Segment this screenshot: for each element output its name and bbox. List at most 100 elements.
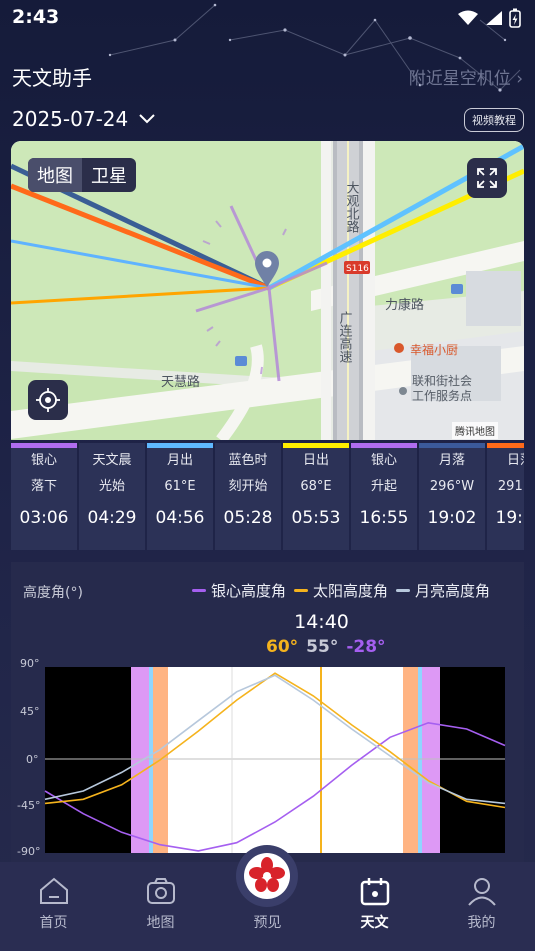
- event-card[interactable]: 银心升起 16:55: [351, 443, 417, 550]
- map-label-guanglian: 广连高速: [337, 311, 353, 363]
- event-detail: 296°W: [429, 479, 475, 494]
- event-detail: 升起: [370, 479, 397, 494]
- event-detail: 光始: [98, 479, 125, 494]
- nav-map[interactable]: 地图: [107, 862, 214, 951]
- map-label-daguan-1: 大观北路: [344, 181, 360, 233]
- chart-legend: 银心高度角 太阳高度角 月亮高度角: [192, 580, 490, 601]
- blue-hour-band-right: [418, 667, 422, 853]
- event-time: 04:56: [155, 508, 205, 528]
- fullscreen-button[interactable]: [467, 158, 507, 198]
- event-detail: 291°W: [497, 479, 524, 494]
- legend-item-sun: 太阳高度角: [294, 580, 388, 601]
- locate-button[interactable]: [28, 380, 68, 420]
- home-icon: [39, 877, 68, 904]
- moon-altitude-value: 55°: [306, 637, 339, 657]
- nav-astronomy[interactable]: 天文: [321, 862, 428, 951]
- ytick-neg90: -90°: [17, 845, 40, 858]
- nav-home[interactable]: 首页: [0, 862, 107, 951]
- flower-logo-icon: [244, 853, 290, 899]
- chart-current-time: 14:40: [294, 611, 349, 633]
- sun-altitude-value: 60°: [266, 637, 299, 657]
- selected-date: 2025-07-24: [12, 107, 129, 131]
- night-band-right: [440, 667, 505, 853]
- app-title: 天文助手: [12, 66, 92, 90]
- event-time: 03:06: [19, 508, 69, 528]
- date-selector[interactable]: 2025-07-24: [12, 107, 156, 131]
- legend-item-galaxy: 银心高度角: [192, 580, 286, 601]
- nav-label-profile: 我的: [467, 915, 496, 931]
- nav-label-astronomy: 天文: [360, 915, 389, 931]
- event-title: 日落: [506, 453, 524, 468]
- event-detail: 落下: [30, 479, 57, 494]
- blue-hour-band-left: [149, 667, 153, 853]
- astro-twilight-band-left: [131, 667, 149, 853]
- map-type-toggle[interactable]: 地图 卫星: [28, 158, 136, 192]
- event-detail: 68°E: [300, 479, 332, 494]
- event-card[interactable]: 月出 61°E 04:56: [147, 443, 213, 550]
- legend-item-moon: 月亮高度角: [396, 580, 490, 601]
- map-poi-restaurant: 幸福小厨: [410, 342, 458, 357]
- daylight-band: [168, 667, 403, 853]
- event-card[interactable]: 蓝色时刻开始 05:28: [215, 443, 281, 550]
- event-title: 月出: [166, 453, 193, 468]
- legend-label-sun: 太阳高度角: [313, 582, 389, 600]
- nav-label-home: 首页: [39, 915, 68, 931]
- tab-satellite[interactable]: 卫星: [82, 158, 136, 192]
- event-time: 19:02: [427, 508, 477, 528]
- forecast-center-button[interactable]: [236, 845, 298, 907]
- event-detail: 61°E: [164, 479, 196, 494]
- ytick-90: 90°: [20, 657, 40, 670]
- event-time: 05:53: [291, 508, 341, 528]
- video-tutorial-button[interactable]: 视频教程: [464, 108, 524, 132]
- legend-swatch-sun: [294, 589, 309, 592]
- map-label-likang: 力康路: [385, 297, 424, 313]
- legend-label-galaxy: 银心高度角: [211, 582, 287, 600]
- crosshair-icon: [36, 388, 60, 412]
- tab-map[interactable]: 地图: [28, 158, 82, 192]
- nav-profile[interactable]: 我的: [428, 862, 535, 951]
- event-title: 月落: [438, 453, 465, 468]
- nav-label-forecast: 预见: [253, 915, 282, 931]
- map-poi-service-2: 工作服务点: [412, 388, 472, 403]
- user-icon: [467, 878, 496, 906]
- event-title: 日出: [302, 453, 329, 468]
- legend-swatch-galaxy: [192, 589, 206, 592]
- event-detail: 刻开始: [228, 479, 268, 494]
- golden-hour-band-right: [403, 667, 418, 853]
- event-time: 16:55: [359, 508, 409, 528]
- astro-events-strip[interactable]: 银心落下 03:06 天文晨光始 04:29 月出 61°E 04:56 蓝色时刻开始 05:2…: [11, 443, 524, 550]
- map-poi-service-1: 联和街社会: [412, 373, 472, 388]
- nearby-spots-label: 附近星空机位: [408, 69, 511, 89]
- event-card[interactable]: 日落 291°W 19:11: [487, 443, 524, 550]
- camera-icon: [146, 878, 175, 904]
- event-title: 银心: [30, 453, 57, 468]
- event-card[interactable]: 日出 68°E 05:53: [283, 443, 349, 550]
- event-card[interactable]: 月落 296°W 19:02: [419, 443, 485, 550]
- ytick-45: 45°: [20, 705, 40, 718]
- ytick-0: 0°: [26, 753, 39, 766]
- event-card[interactable]: 银心落下 03:06: [11, 443, 77, 550]
- nav-label-map: 地图: [146, 915, 175, 931]
- ytick-neg45: -45°: [17, 799, 40, 812]
- chart-ylabel: 高度角(°): [23, 585, 83, 601]
- chart-current-angles: 60° 55° -28°: [266, 637, 386, 657]
- chevron-right-icon: ›: [516, 69, 523, 89]
- fullscreen-icon: [477, 168, 497, 188]
- legend-label-moon: 月亮高度角: [415, 582, 491, 600]
- event-time: 05:28: [223, 508, 273, 528]
- chevron-down-icon: [139, 114, 155, 124]
- altitude-chart[interactable]: 90° 45° 0° -45° -90°: [0, 655, 535, 865]
- event-card[interactable]: 天文晨光始 04:29: [79, 443, 145, 550]
- map-attribution: 腾讯地图: [452, 422, 498, 439]
- event-title: 银心: [370, 453, 397, 468]
- astro-twilight-band-right: [422, 667, 440, 853]
- event-time: 04:29: [87, 508, 137, 528]
- night-band-left: [45, 667, 131, 853]
- legend-swatch-moon: [396, 589, 411, 592]
- event-time: 19:11: [495, 508, 525, 528]
- galaxy-altitude-value: -28°: [346, 637, 386, 657]
- calendar-icon: [360, 878, 389, 906]
- event-title: 天文晨: [92, 453, 132, 468]
- event-title: 蓝色时: [228, 453, 268, 468]
- nearby-spots-link[interactable]: 附近星空机位 ›: [409, 64, 523, 89]
